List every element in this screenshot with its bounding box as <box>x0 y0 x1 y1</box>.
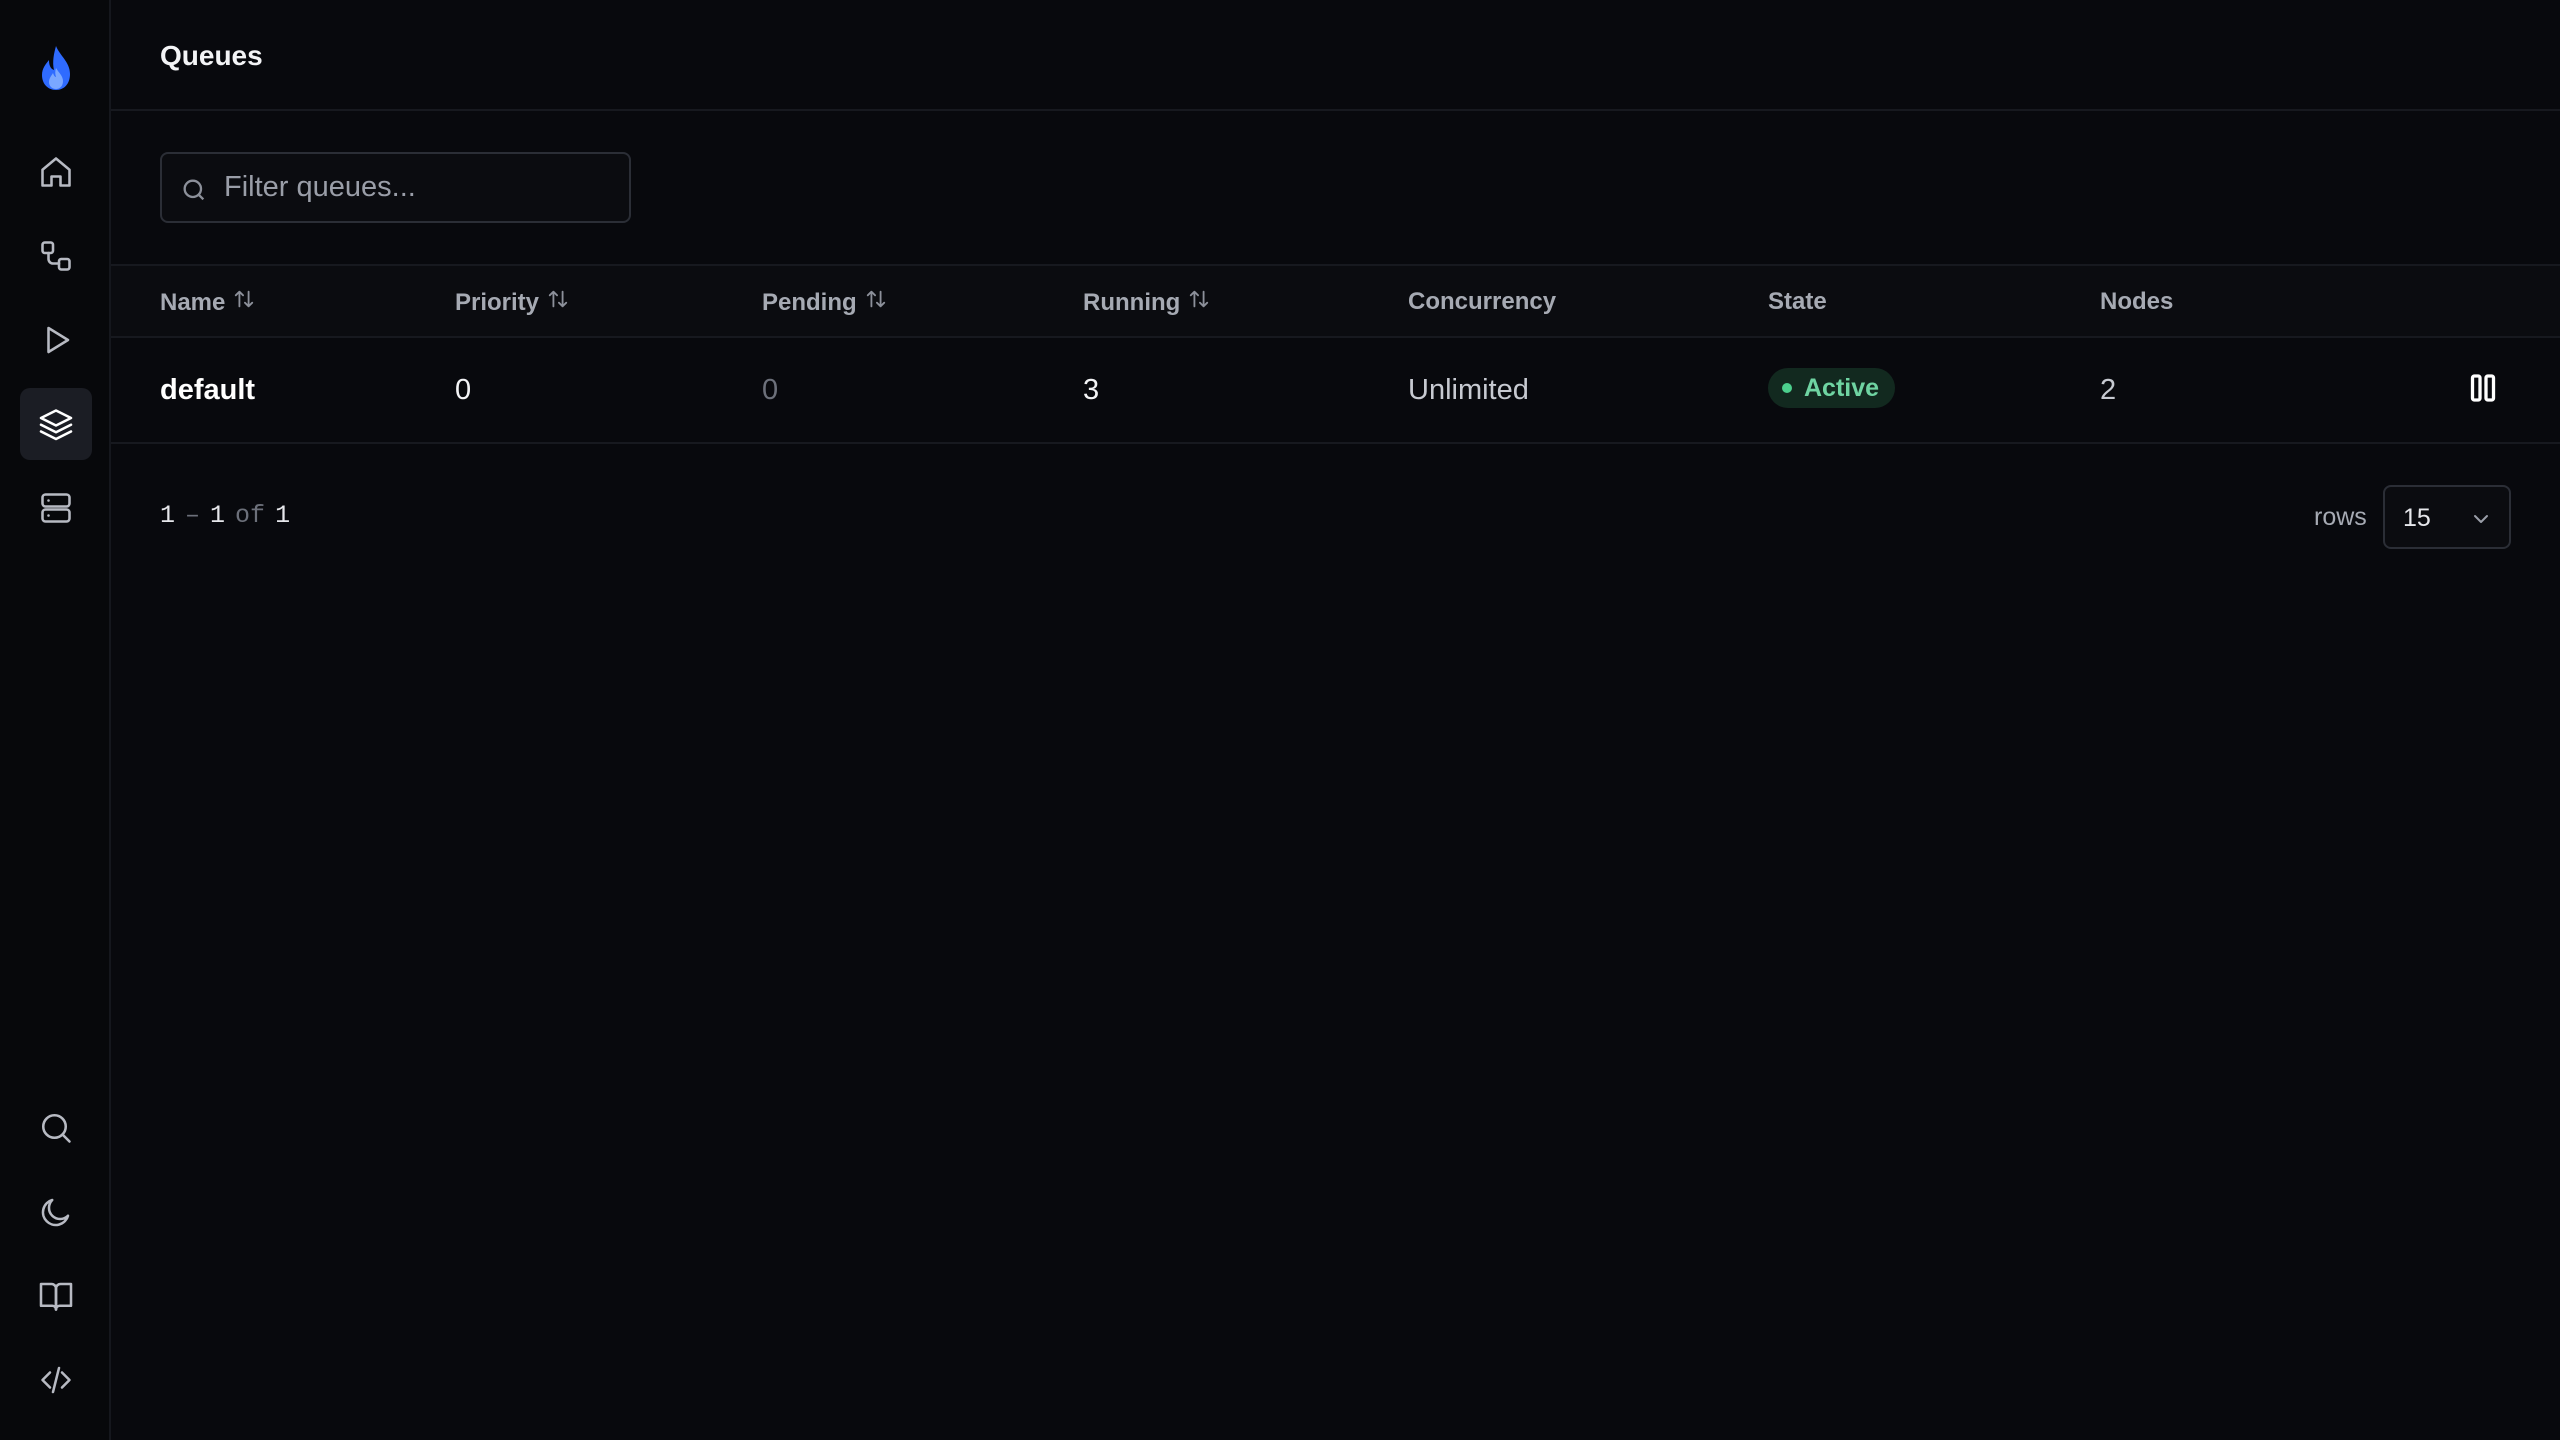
search-icon[interactable] <box>20 1092 92 1164</box>
layers-icon[interactable] <box>20 388 92 460</box>
moon-icon[interactable] <box>20 1176 92 1248</box>
workflow-icon[interactable] <box>20 220 92 292</box>
table-header: Name Priority Pending Running Concurrenc… <box>111 264 2560 338</box>
queues-table: Name Priority Pending Running Concurrenc… <box>111 264 2560 444</box>
page-range-dash: – <box>185 501 201 530</box>
sort-arrows-icon <box>233 288 255 317</box>
status-badge: Active <box>1768 368 1896 408</box>
chevron-down-icon <box>2474 515 2488 523</box>
home-icon[interactable] <box>20 136 92 208</box>
rows-per-page-label: rows <box>2314 503 2367 531</box>
queue-running: 3 <box>1083 374 1100 406</box>
queue-concurrency: Unlimited <box>1408 374 1529 406</box>
sort-arrows-icon <box>865 288 887 317</box>
flame-logo-icon[interactable] <box>34 44 78 92</box>
page-end: 1 <box>210 501 226 530</box>
sort-arrows-icon <box>547 288 569 317</box>
page-header: Queues <box>111 0 2560 111</box>
column-header-label: Name <box>160 288 226 316</box>
filter-search-box <box>160 152 631 223</box>
book-icon[interactable] <box>20 1260 92 1332</box>
pause-queue-button[interactable] <box>2465 370 2501 406</box>
status-dot-icon <box>1782 383 1792 393</box>
table-row[interactable]: default 0 0 3 Unlimited Active 2 <box>111 338 2560 444</box>
column-header-priority[interactable]: Priority <box>455 288 569 317</box>
column-header-state: State <box>1768 288 1827 316</box>
queue-pending: 0 <box>762 374 779 406</box>
column-header-label: Running <box>1083 288 1181 316</box>
column-header-label: Concurrency <box>1408 288 1557 315</box>
search-icon <box>183 179 205 201</box>
page-title: Queues <box>160 40 263 71</box>
page-start: 1 <box>160 501 176 530</box>
column-header-pending[interactable]: Pending <box>762 288 887 317</box>
rows-per-page-value: 15 <box>2403 504 2431 532</box>
queue-nodes: 2 <box>2100 374 2117 406</box>
filter-queues-input[interactable] <box>224 154 619 221</box>
column-header-running[interactable]: Running <box>1083 288 1210 317</box>
rows-per-page-select[interactable]: 15 <box>2383 485 2511 549</box>
column-header-name[interactable]: Name <box>160 288 255 317</box>
column-header-concurrency: Concurrency <box>1408 288 1556 316</box>
sort-arrows-icon <box>1188 288 1210 317</box>
main-content: Queues Name Priority Pending <box>111 0 2560 1440</box>
column-header-label: Pending <box>762 288 857 316</box>
code-icon[interactable] <box>20 1344 92 1416</box>
column-header-label: Priority <box>455 288 540 316</box>
queue-priority: 0 <box>455 374 472 406</box>
pagination-range: 1 – 1 of 1 <box>160 501 290 530</box>
server-icon[interactable] <box>20 472 92 544</box>
play-icon[interactable] <box>20 304 92 376</box>
column-header-nodes: Nodes <box>2100 288 2173 316</box>
pause-icon <box>2470 374 2496 402</box>
page-total: 1 <box>275 501 291 530</box>
sidebar <box>0 0 111 1440</box>
status-label: Active <box>1804 373 1880 402</box>
app-root: Queues Name Priority Pending <box>0 0 2560 1440</box>
column-header-label: State <box>1768 288 1827 315</box>
column-header-label: Nodes <box>2100 288 2174 315</box>
page-of-label: of <box>235 501 266 530</box>
queue-name[interactable]: default <box>160 374 255 407</box>
